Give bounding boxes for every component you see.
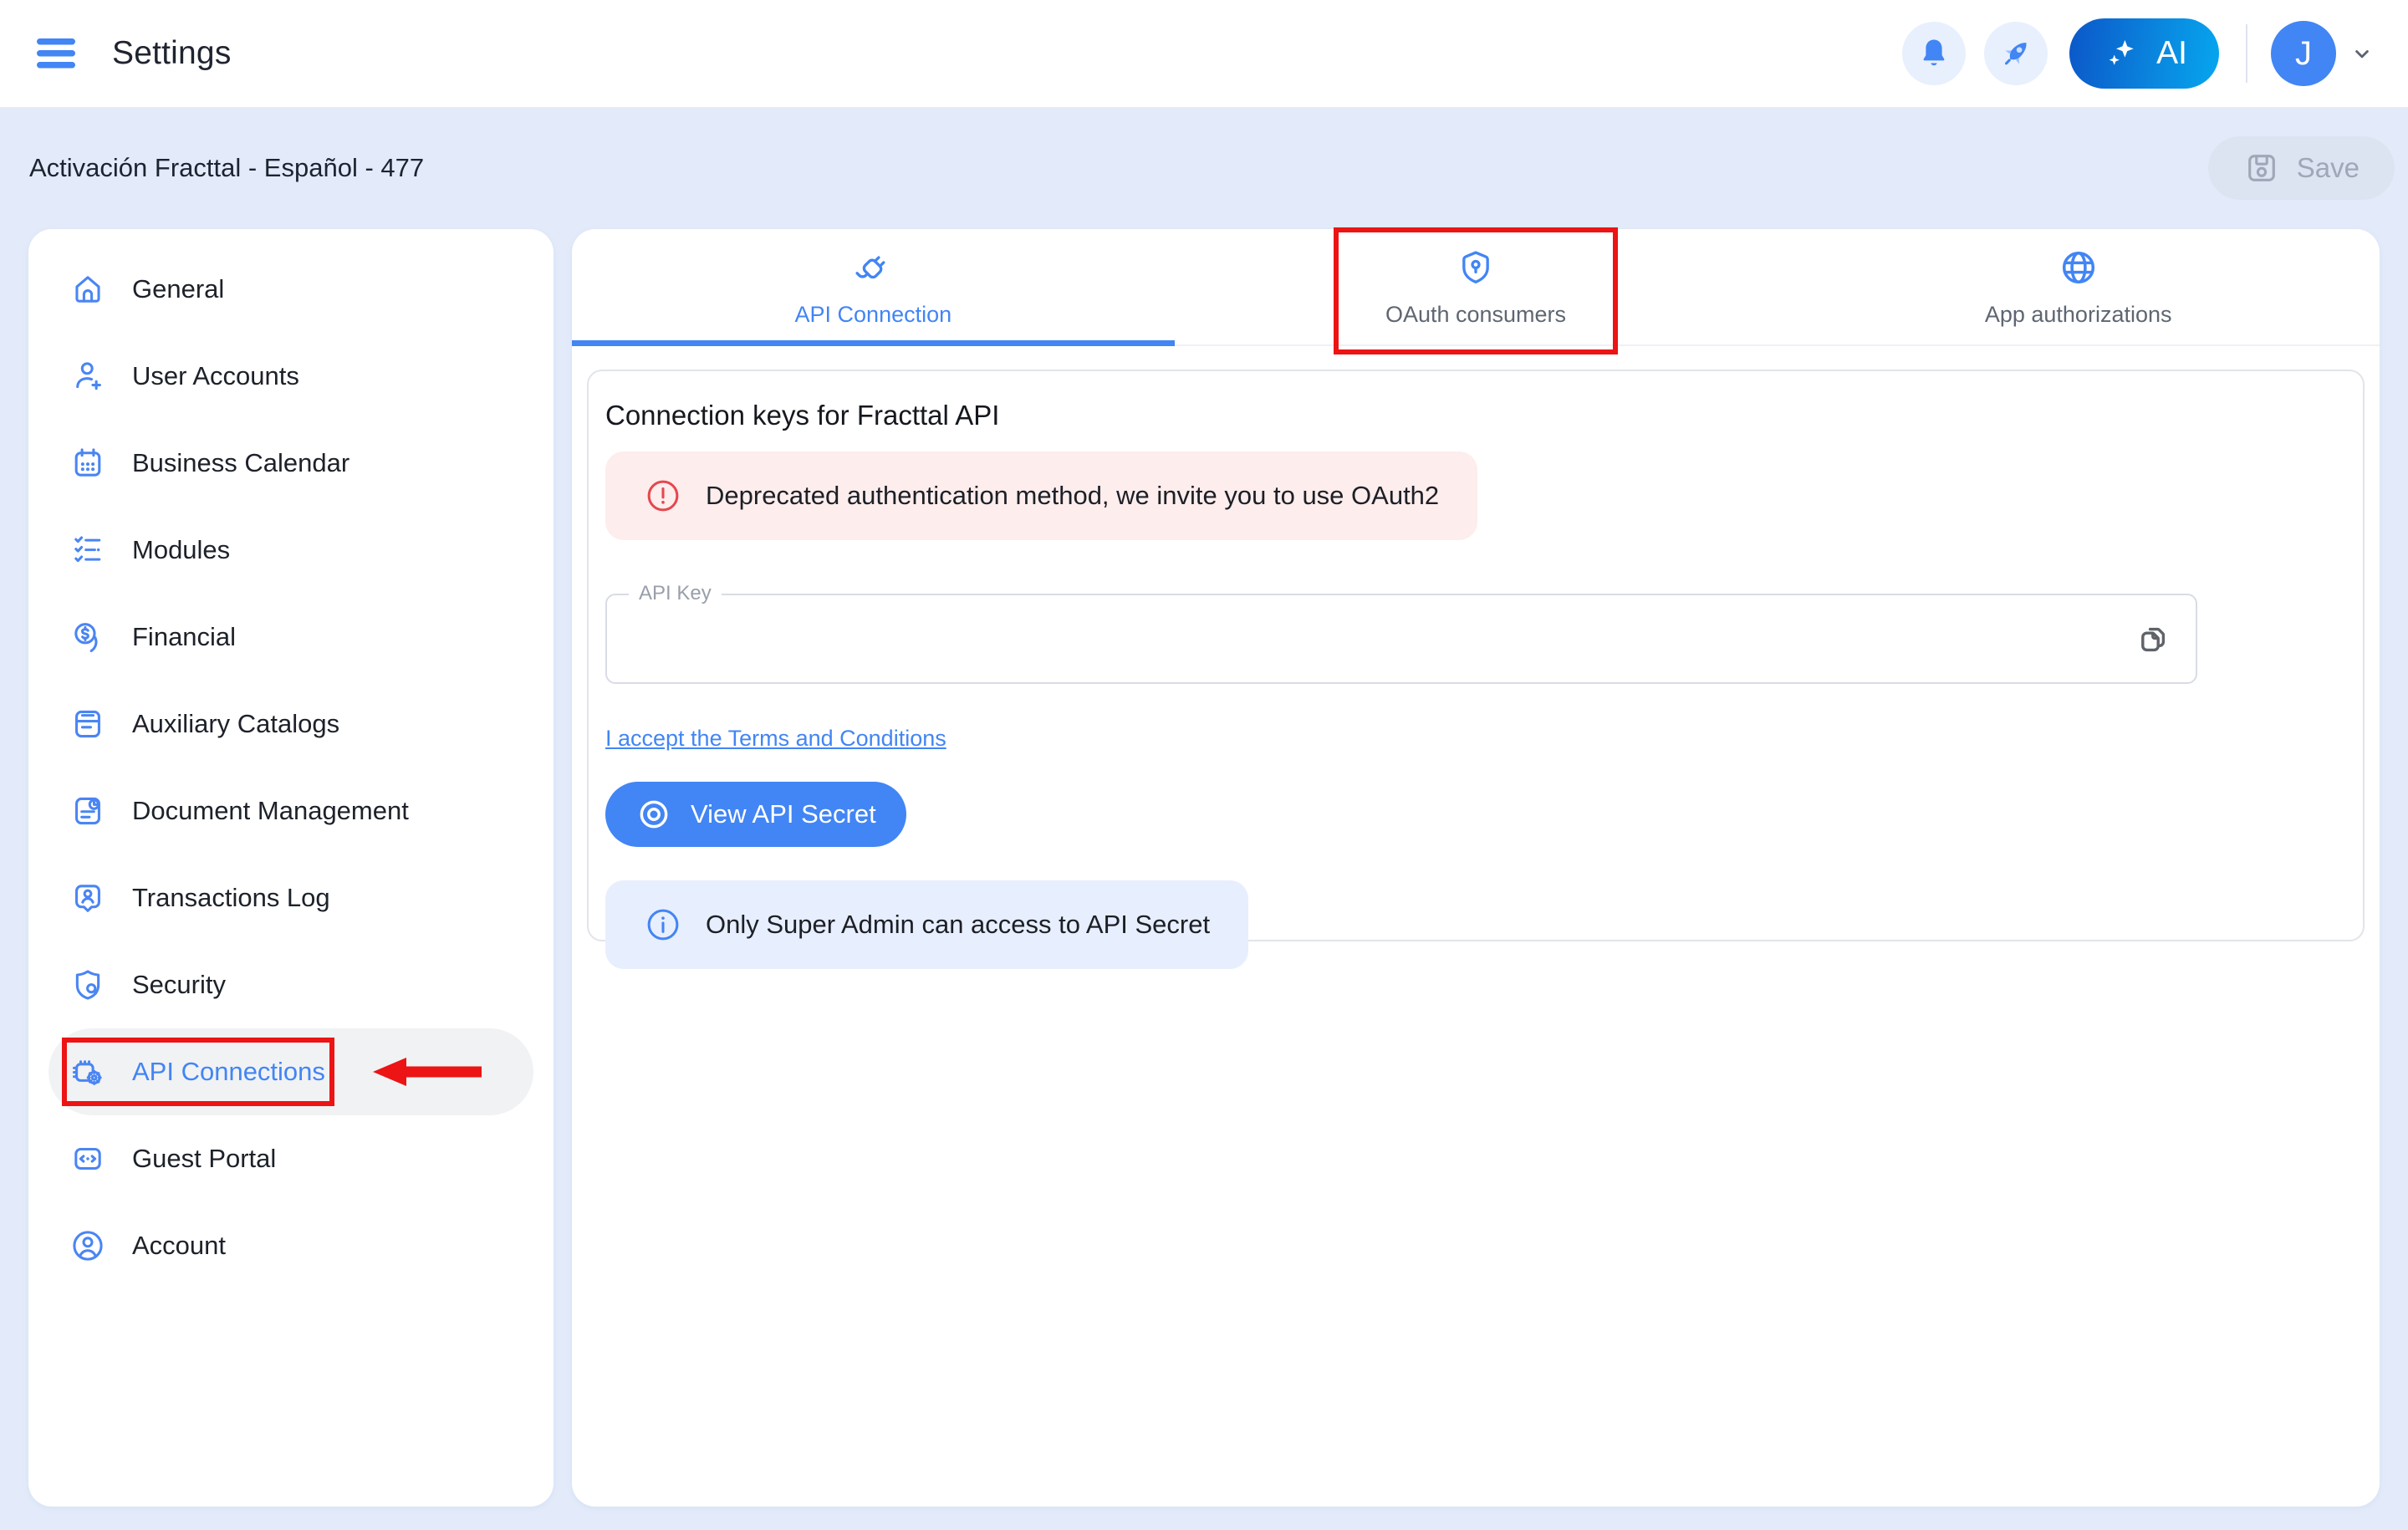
sidebar-item-modules[interactable]: Modules bbox=[48, 507, 533, 594]
header-divider bbox=[2246, 24, 2247, 83]
home-icon bbox=[69, 270, 107, 309]
sidebar-item-label: Business Calendar bbox=[132, 448, 349, 478]
sidebar-item-guest-portal[interactable]: Guest Portal bbox=[48, 1115, 533, 1202]
shield-search-icon bbox=[69, 966, 107, 1004]
catalog-icon bbox=[69, 705, 107, 743]
admin-info-banner: Only Super Admin can access to API Secre… bbox=[605, 880, 1248, 969]
globe-icon bbox=[2058, 247, 2099, 288]
sidebar-item-business-calendar[interactable]: Business Calendar bbox=[48, 420, 533, 507]
api-gear-icon bbox=[69, 1053, 107, 1091]
api-connections-panel: API Connection OAuth consumers App autho… bbox=[572, 229, 2380, 1507]
user-plus-icon bbox=[69, 357, 107, 395]
chevron-down-icon bbox=[2348, 39, 2376, 68]
sidebar-item-label: Auxiliary Catalogs bbox=[132, 709, 339, 739]
sidebar-item-label: Account bbox=[132, 1231, 226, 1261]
connection-keys-card: Connection keys for Fracttal API Depreca… bbox=[587, 370, 2365, 941]
card-heading: Connection keys for Fracttal API bbox=[605, 400, 2346, 431]
sub-header: Activación Fracttal - Español - 477 Save bbox=[0, 107, 2408, 229]
api-key-label: API Key bbox=[629, 582, 722, 605]
bell-icon bbox=[1916, 36, 1951, 71]
sidebar-item-label: Document Management bbox=[132, 796, 409, 826]
rocket-icon bbox=[1998, 36, 2033, 71]
admin-info-text: Only Super Admin can access to API Secre… bbox=[706, 910, 1210, 940]
view-api-secret-button[interactable]: View API Secret bbox=[605, 782, 906, 847]
copy-icon bbox=[2134, 619, 2174, 659]
tab-api-connection[interactable]: API Connection bbox=[572, 229, 1175, 344]
api-key-input[interactable] bbox=[607, 595, 2196, 682]
sidebar-item-label: Security bbox=[132, 970, 226, 1000]
portal-code-icon bbox=[69, 1140, 107, 1178]
content-area: General User Accounts Business Calendar bbox=[0, 229, 2408, 1507]
sidebar-item-api-connections[interactable]: API Connections bbox=[48, 1028, 533, 1115]
save-button[interactable]: Save bbox=[2208, 136, 2395, 200]
sparkles-icon bbox=[2101, 34, 2140, 73]
checklist-icon bbox=[69, 531, 107, 569]
copy-api-key-button[interactable] bbox=[2127, 612, 2181, 666]
sidebar-item-label: General bbox=[132, 274, 224, 304]
top-bar: Settings AI bbox=[0, 0, 2408, 107]
company-breadcrumb: Activación Fracttal - Español - 477 bbox=[29, 153, 424, 183]
sidebar-item-user-accounts[interactable]: User Accounts bbox=[48, 333, 533, 420]
sidebar-item-account[interactable]: Account bbox=[48, 1202, 533, 1289]
dollar-coin-icon bbox=[69, 618, 107, 656]
view-api-secret-label: View API Secret bbox=[691, 799, 876, 829]
user-menu-button[interactable]: J bbox=[2271, 21, 2376, 86]
sidebar-item-label: Guest Portal bbox=[132, 1144, 276, 1174]
active-tab-underline bbox=[572, 340, 1175, 346]
save-button-label: Save bbox=[2297, 152, 2360, 184]
document-clock-icon bbox=[69, 792, 107, 830]
warning-icon bbox=[644, 477, 682, 515]
calendar-icon bbox=[69, 444, 107, 482]
hamburger-menu-button[interactable] bbox=[33, 30, 80, 77]
page-title: Settings bbox=[112, 35, 232, 72]
settings-sidebar: General User Accounts Business Calendar bbox=[28, 229, 554, 1507]
deprecation-warning-text: Deprecated authentication method, we inv… bbox=[706, 481, 1439, 511]
terms-and-conditions-link[interactable]: I accept the Terms and Conditions bbox=[605, 726, 946, 752]
person-badge-icon bbox=[69, 879, 107, 917]
info-icon bbox=[644, 905, 682, 944]
sidebar-item-label: User Accounts bbox=[132, 361, 299, 391]
hamburger-icon bbox=[35, 35, 79, 72]
sidebar-item-label: Modules bbox=[132, 535, 230, 565]
sidebar-item-document-management[interactable]: Document Management bbox=[48, 768, 533, 854]
sidebar-item-financial[interactable]: Financial bbox=[48, 594, 533, 681]
sidebar-item-label: API Connections bbox=[132, 1057, 325, 1087]
whats-new-button[interactable] bbox=[1984, 22, 2048, 85]
tab-bar: API Connection OAuth consumers App autho… bbox=[572, 229, 2380, 346]
avatar: J bbox=[2271, 21, 2336, 86]
save-icon bbox=[2243, 150, 2280, 186]
sidebar-item-label: Financial bbox=[132, 622, 236, 652]
sidebar-item-label: Transactions Log bbox=[132, 883, 330, 913]
view-icon bbox=[635, 796, 672, 833]
tab-label: API Connection bbox=[795, 302, 952, 328]
tab-label: App authorizations bbox=[1985, 302, 2172, 328]
tab-app-authorizations[interactable]: App authorizations bbox=[1777, 229, 2380, 344]
sidebar-item-transactions-log[interactable]: Transactions Log bbox=[48, 854, 533, 941]
shield-keyhole-icon bbox=[1455, 247, 1497, 288]
tab-oauth-consumers[interactable]: OAuth consumers bbox=[1175, 229, 1778, 344]
tab-label: OAuth consumers bbox=[1385, 302, 1566, 328]
api-key-field: API Key bbox=[605, 594, 2197, 684]
person-circle-icon bbox=[69, 1227, 107, 1265]
plug-icon bbox=[852, 247, 894, 288]
ai-assistant-button[interactable]: AI bbox=[2069, 18, 2219, 89]
sidebar-item-general[interactable]: General bbox=[48, 246, 533, 333]
deprecation-warning-banner: Deprecated authentication method, we inv… bbox=[605, 451, 1477, 540]
notifications-button[interactable] bbox=[1902, 22, 1966, 85]
annotation-arrow bbox=[373, 1058, 482, 1086]
sidebar-item-auxiliary-catalogs[interactable]: Auxiliary Catalogs bbox=[48, 681, 533, 768]
sidebar-item-security[interactable]: Security bbox=[48, 941, 533, 1028]
ai-button-label: AI bbox=[2156, 35, 2187, 72]
